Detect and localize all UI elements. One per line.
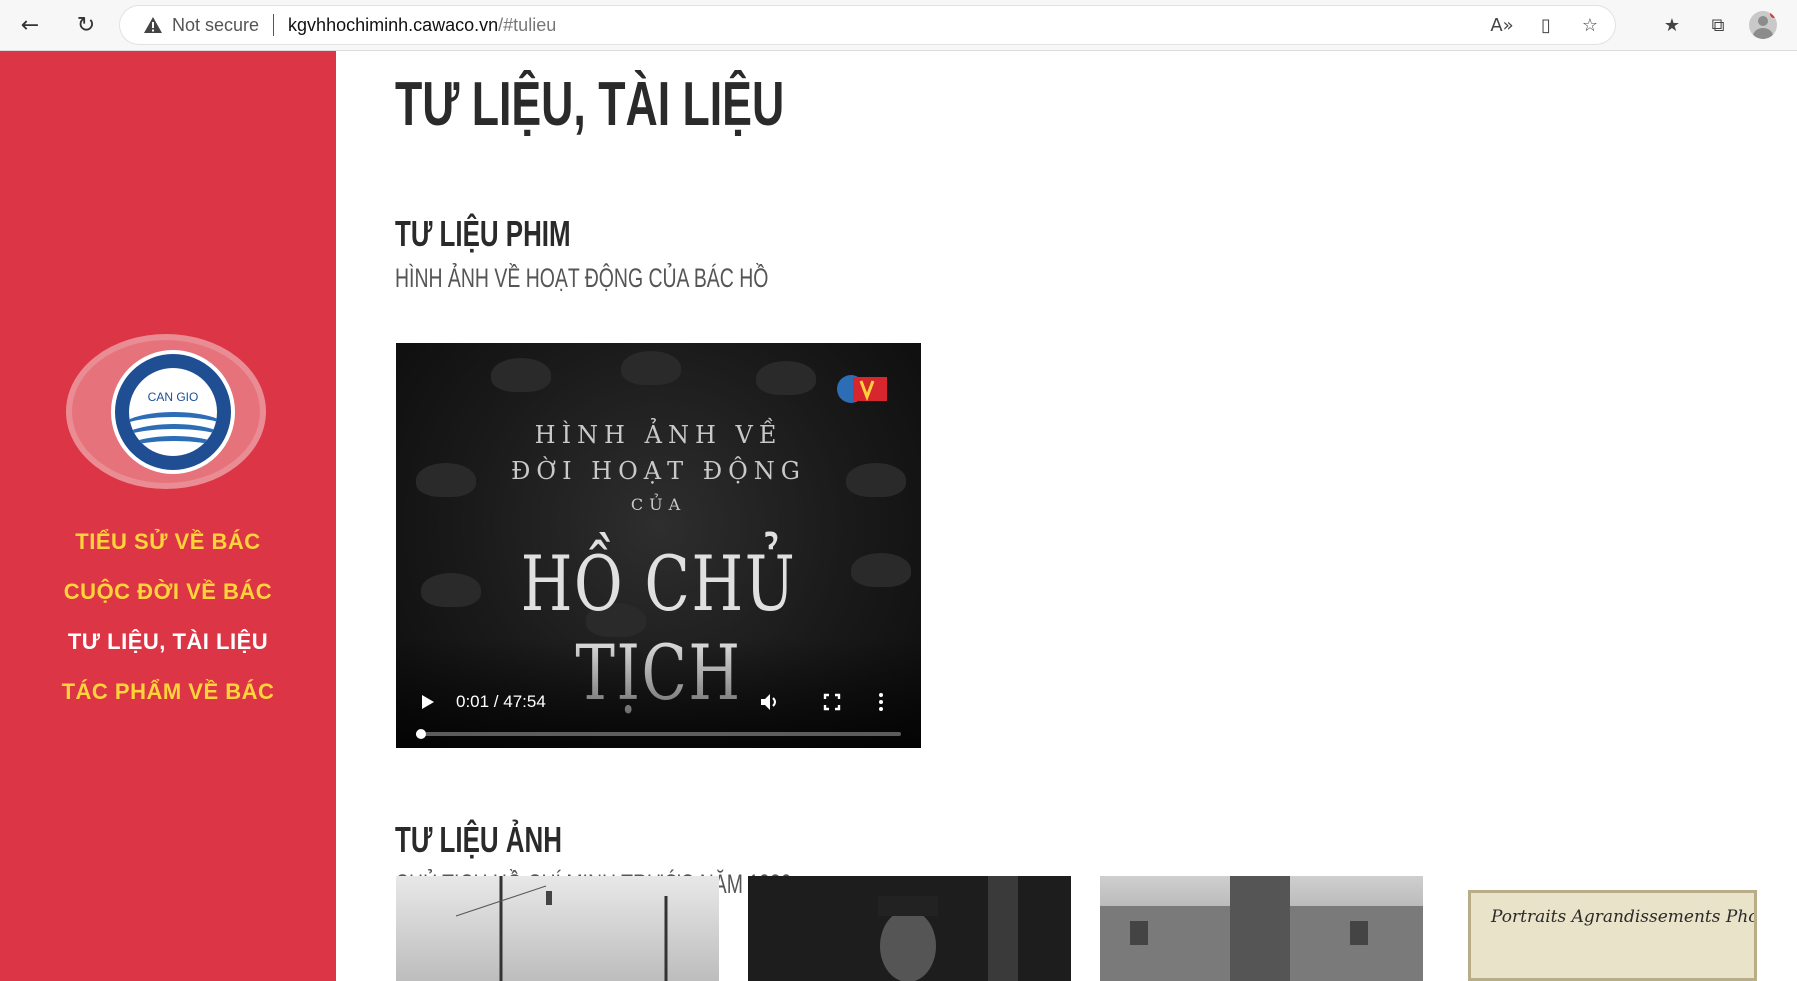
address-bar[interactable]: Not secure kgvhhochiminh.cawaco.vn/#tuli… — [120, 6, 1615, 44]
video-title-line2: ĐỜI HOẠT ĐỘNG — [511, 457, 806, 485]
video-title-line1: HÌNH ẢNH VỀ — [534, 421, 783, 449]
add-favorite-icon[interactable]: ☆ — [1575, 10, 1605, 40]
progress-knob[interactable] — [416, 729, 426, 739]
photo-thumbnail-building[interactable] — [1100, 876, 1423, 981]
immersive-reader-icon[interactable]: ▯ — [1531, 10, 1561, 40]
video-progress-bar[interactable] — [416, 729, 901, 739]
reload-icon[interactable]: ↻ — [70, 9, 102, 41]
sidebar-nav: TIỂU SỬ VỀ BÁC CUỘC ĐỜI VỀ BÁC TƯ LIỆU, … — [0, 517, 336, 717]
volume-icon[interactable] — [758, 690, 782, 714]
logo-text: CAN GIO — [147, 390, 199, 404]
profile-avatar[interactable] — [1749, 11, 1777, 39]
page-title: TƯ LIỆU, TÀI LIỆU — [395, 70, 785, 139]
separator — [273, 14, 275, 36]
sidebar-item-cuoc-doi[interactable]: CUỘC ĐỜI VỀ BÁC — [0, 567, 336, 617]
photo-thumbnail-ship[interactable] — [396, 876, 719, 981]
warning-icon — [142, 15, 164, 35]
site-logo[interactable]: CAN GIO — [66, 334, 266, 489]
channel-logo — [835, 371, 889, 407]
photo-thumbnail-document[interactable]: Portraits Agrandissements Photographique… — [1468, 890, 1757, 981]
url-host: kgvhhochiminh.cawaco.vn — [288, 14, 499, 35]
sidebar-item-tu-lieu[interactable]: TƯ LIỆU, TÀI LIỆU — [0, 617, 336, 667]
video-controls: 0:01 / 47:54 — [396, 638, 921, 748]
collections-icon[interactable]: ⧉ — [1703, 10, 1733, 40]
play-icon[interactable] — [418, 690, 438, 714]
security-label: Not secure — [172, 14, 260, 35]
photo-thumbnail-portrait[interactable] — [748, 876, 1071, 981]
sidebar-item-tieu-su[interactable]: TIỂU SỬ VỀ BÁC — [0, 517, 336, 567]
sidebar-item-tac-pham[interactable]: TÁC PHẨM VỀ BÁC — [0, 667, 336, 717]
favorites-icon[interactable]: ★ — [1657, 10, 1687, 40]
photo-caption: Portraits Agrandissements Photographique… — [1491, 907, 1757, 927]
film-section-subtitle: HÌNH ẢNH VỀ HOẠT ĐỘNG CỦA BÁC HỒ — [395, 263, 769, 293]
film-section-title: TƯ LIỆU PHIM — [395, 213, 571, 254]
sidebar: CAN GIO TIỂU SỬ VỀ BÁC CUỘC ĐỜI VỀ BÁC T… — [0, 51, 336, 981]
video-title-line3: CỦA — [630, 495, 687, 514]
browser-toolbar: ← ↻ Not secure kgvhhochiminh.cawaco.vn/#… — [0, 0, 1797, 51]
video-time: 0:01 / 47:54 — [456, 692, 546, 711]
video-player[interactable]: HÌNH ẢNH VỀ ĐỜI HOẠT ĐỘNG CỦA HỒ CHỦ TỊC… — [396, 343, 921, 748]
notification-dot — [1770, 11, 1777, 18]
fullscreen-icon[interactable] — [820, 690, 844, 714]
back-icon[interactable]: ← — [14, 9, 46, 41]
photo-section-title: TƯ LIỆU ẢNH — [395, 819, 562, 860]
main-content: TƯ LIỆU, TÀI LIỆU TƯ LIỆU PHIM HÌNH ẢNH … — [336, 51, 1797, 981]
read-aloud-icon[interactable]: A» — [1487, 10, 1517, 40]
url-fragment: /#tulieu — [498, 14, 557, 35]
more-options-icon[interactable] — [871, 690, 891, 714]
logo-emblem: CAN GIO — [111, 350, 235, 474]
